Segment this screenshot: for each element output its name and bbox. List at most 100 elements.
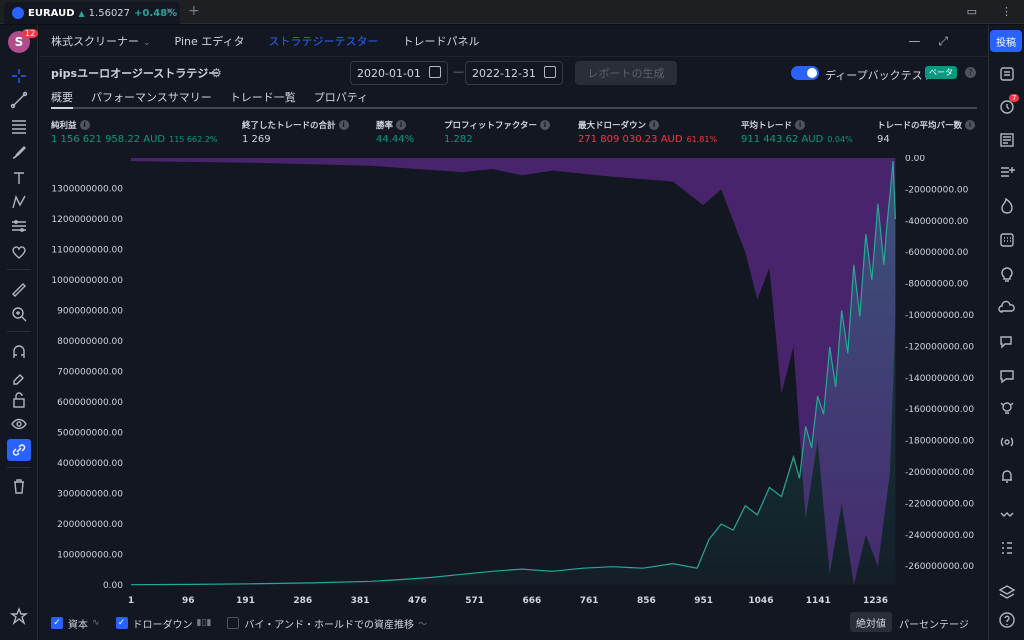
- generate-report-button[interactable]: レポートの生成: [575, 61, 677, 85]
- more-icon[interactable]: ⋮: [1001, 5, 1012, 18]
- tab-overview[interactable]: 概要: [51, 89, 73, 107]
- info-icon[interactable]: i: [795, 120, 806, 130]
- info-icon[interactable]: i: [540, 120, 550, 130]
- object-tree-icon[interactable]: [995, 537, 1019, 559]
- prediction-icon[interactable]: [7, 215, 31, 237]
- layers-icon[interactable]: [995, 581, 1019, 603]
- star-icon[interactable]: [7, 605, 31, 627]
- help-icon[interactable]: ?: [965, 67, 976, 78]
- right-sidebar: [988, 25, 1024, 640]
- deep-backtest-toggle[interactable]: [791, 66, 819, 80]
- info-icon[interactable]: i: [396, 120, 407, 130]
- notification-badge: 12: [22, 29, 39, 38]
- trendline-icon[interactable]: [7, 89, 31, 111]
- brush-icon[interactable]: [7, 141, 31, 163]
- ruler-icon[interactable]: [7, 279, 31, 301]
- metric-percent: 115 662.2%: [169, 135, 218, 144]
- checkbox-checked-icon[interactable]: ✓: [115, 617, 128, 629]
- checkbox-unchecked-icon[interactable]: [227, 617, 240, 629]
- help-icon[interactable]: [995, 609, 1019, 631]
- link-icon[interactable]: [7, 439, 31, 461]
- heart-icon[interactable]: [7, 241, 31, 263]
- tab-performance-summary[interactable]: パフォーマンスサマリー: [91, 89, 212, 107]
- eye-icon[interactable]: [7, 413, 31, 435]
- left-axis-tick: 300000000.00: [57, 490, 123, 500]
- watchlist-icon[interactable]: [995, 63, 1019, 85]
- tab-trade-list[interactable]: トレード一覧: [230, 89, 296, 107]
- magnet-icon[interactable]: [7, 341, 31, 363]
- news-icon[interactable]: [995, 129, 1019, 151]
- crosshair-icon[interactable]: [7, 65, 31, 87]
- lock-draw-icon[interactable]: [7, 365, 31, 387]
- tab-symbol: EURAUD: [28, 7, 75, 19]
- info-icon[interactable]: i: [965, 120, 976, 130]
- maximize-icon[interactable]: ⤢: [938, 34, 948, 49]
- info-icon[interactable]: i: [79, 120, 90, 130]
- trash-icon[interactable]: [7, 475, 31, 497]
- tab-properties[interactable]: プロパティ: [314, 89, 368, 107]
- tab-trading-panel[interactable]: トレードパネル: [390, 33, 491, 49]
- window-controls: ▭ ⋮: [967, 5, 1012, 18]
- chart-legend: ✓ 資本 ∿ ✓ ドローダウン ▮▯▮ バイ・アンド・ホールドでの資産推移 〜: [51, 615, 443, 631]
- x-axis-tick: 666: [522, 596, 541, 606]
- tradingview-logo-icon: [12, 7, 24, 19]
- right-axis-tick: -120000000.00: [905, 342, 974, 352]
- tab-pine-editor[interactable]: Pine エディタ: [163, 33, 257, 49]
- fib-icon[interactable]: [7, 115, 31, 137]
- metric-title: 純利益 i: [51, 119, 217, 131]
- chart-tab[interactable]: EURAUD ▲ 1.56027 +0.48% ×: [4, 2, 180, 24]
- lock-icon[interactable]: [7, 389, 31, 411]
- right-axis-tick: -220000000.00: [905, 499, 974, 509]
- metric-6: トレードの平均バー数 i 94: [877, 119, 976, 145]
- right-axis-tick: -200000000.00: [905, 468, 974, 478]
- info-icon[interactable]: i: [649, 120, 660, 130]
- layout-icon[interactable]: ▭: [967, 5, 977, 18]
- streams-icon[interactable]: [995, 297, 1019, 319]
- pattern-icon[interactable]: [7, 191, 31, 213]
- tab-stock-screener[interactable]: 株式スクリーナー ⌄: [39, 33, 163, 49]
- deep-backtest-label: ディープバックテスト: [825, 69, 934, 82]
- collapse-icon[interactable]: [995, 505, 1019, 527]
- broadcast-icon[interactable]: [995, 431, 1019, 453]
- text-icon[interactable]: [7, 167, 31, 189]
- zoom-in-icon[interactable]: [7, 303, 31, 325]
- legend-buy-hold[interactable]: バイ・アンド・ホールドでの資産推移 〜: [227, 616, 427, 631]
- right-axis-tick: -60000000.00: [905, 248, 969, 258]
- metric-title: 勝率 i: [376, 119, 414, 131]
- strategy-name[interactable]: pipsユーロオージーストラテジー: [51, 65, 219, 81]
- title-bar: EURAUD ▲ 1.56027 +0.48% × + ▭ ⋮: [0, 0, 1024, 24]
- ideas-icon[interactable]: [995, 263, 1019, 285]
- x-axis-tick: 476: [408, 596, 427, 606]
- minimize-icon[interactable]: —: [908, 34, 920, 49]
- equity-chart[interactable]: 0.00 100000000.00 200000000.00 300000000.00…: [39, 155, 988, 611]
- date-from-field[interactable]: 2020-01-01: [350, 61, 448, 85]
- right-axis-tick: -40000000.00: [905, 217, 969, 227]
- info-icon[interactable]: i: [338, 120, 349, 130]
- close-tab-icon[interactable]: ×: [166, 6, 174, 17]
- legend-equity[interactable]: ✓ 資本 ∿: [51, 616, 100, 631]
- hotlist-icon[interactable]: [995, 195, 1019, 217]
- gear-icon[interactable]: ⚙: [211, 66, 222, 80]
- percentage-scale-button[interactable]: パーセンテージ: [899, 616, 969, 631]
- add-list-icon[interactable]: [995, 161, 1019, 183]
- new-tab-button[interactable]: +: [188, 3, 200, 19]
- tab-underline: [51, 107, 977, 109]
- absolute-scale-button[interactable]: 絶対値: [850, 612, 892, 632]
- chats-icon[interactable]: [995, 331, 1019, 353]
- calendar-icon: [429, 66, 441, 78]
- calendar-icon[interactable]: [995, 229, 1019, 251]
- tab-strategy-tester[interactable]: ストラテジーテスター: [256, 33, 390, 49]
- legend-drawdown[interactable]: ✓ ドローダウン ▮▯▮: [115, 616, 211, 631]
- x-axis-tick: 1046: [748, 596, 773, 606]
- tips-icon[interactable]: [995, 397, 1019, 419]
- date-to-field[interactable]: 2022-12-31: [465, 61, 563, 85]
- messages-icon[interactable]: [995, 365, 1019, 387]
- publish-button[interactable]: 投稿: [990, 30, 1022, 52]
- metric-3: プロフィットファクター i 1.282: [444, 119, 550, 145]
- left-axis-tick: 200000000.00: [57, 520, 123, 530]
- report-tabs: 概要 パフォーマンスサマリー トレード一覧 プロパティ: [51, 89, 386, 107]
- metric-value: 271 809 030.23 AUD 61.81%: [578, 134, 718, 145]
- metric-title: トレードの平均バー数 i: [877, 119, 976, 131]
- notifications-icon[interactable]: [995, 465, 1019, 487]
- checkbox-checked-icon[interactable]: ✓: [51, 617, 63, 629]
